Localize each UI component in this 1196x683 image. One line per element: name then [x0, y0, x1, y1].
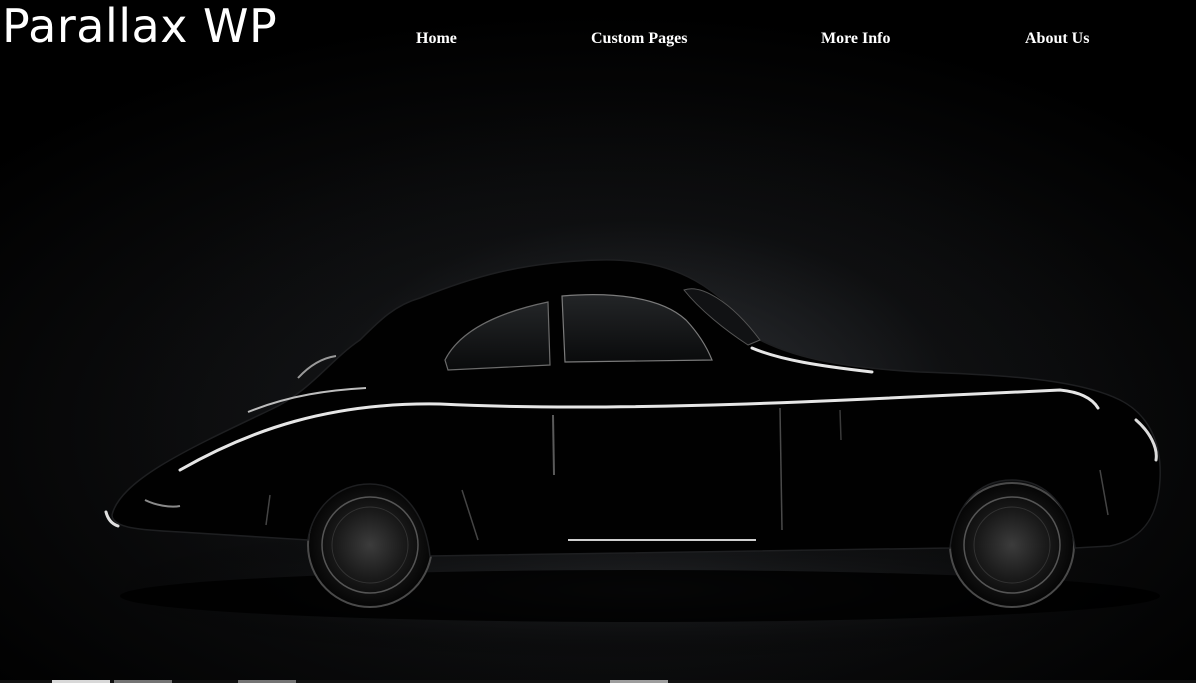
nav-item-home[interactable]: Home — [416, 29, 457, 49]
main-navigation: Home Custom Pages More Info About Us — [0, 29, 1196, 51]
car-silhouette-image — [80, 259, 1196, 660]
hero-banner — [0, 0, 1196, 683]
nav-item-more-info[interactable]: More Info — [821, 29, 890, 49]
page: Parallax WP Home Custom Pages More Info … — [0, 0, 1196, 683]
nav-item-custom-pages[interactable]: Custom Pages — [591, 29, 687, 49]
nav-item-about-us[interactable]: About Us — [1025, 29, 1089, 49]
